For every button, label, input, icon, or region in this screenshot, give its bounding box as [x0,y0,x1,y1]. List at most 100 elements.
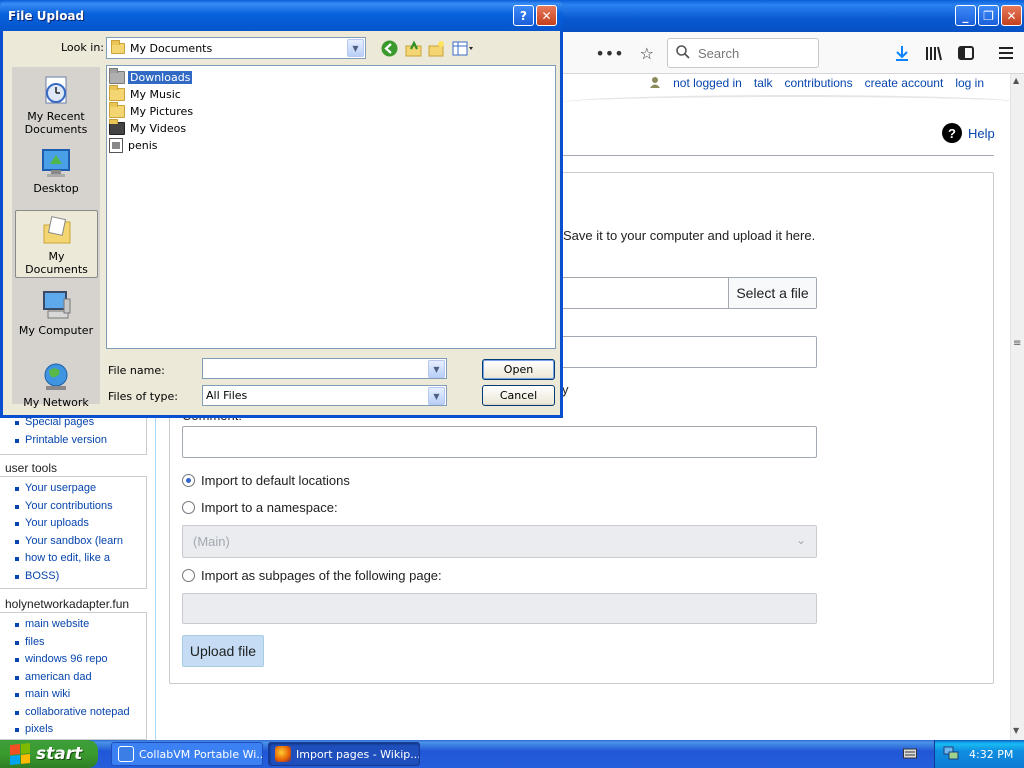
namespace-dropdown[interactable]: (Main) ⌄ [182,525,817,558]
file-item-my-videos[interactable]: My Videos [109,119,553,137]
taskbar-item-label: CollabVM Portable Wi... [139,747,263,761]
user-tools-portal: Your userpage Your contributions Your up… [0,476,147,589]
place-label: My Network [23,396,89,409]
library-icon[interactable] [923,42,945,64]
talk-link[interactable]: talk [754,76,773,90]
page-actions-icon[interactable]: ••• [595,44,623,63]
minimize-button[interactable]: _ [955,5,976,26]
scroll-up-icon[interactable]: ▲ [1013,76,1019,85]
subpage-field[interactable] [182,593,817,624]
sidebar-link-continuation[interactable]: BOSS) [0,568,146,586]
select-file-button[interactable]: Select a file [728,278,816,308]
place-my-recent-documents[interactable]: My Recent Documents [12,71,100,139]
portal-heading-site: holynetworkadapter.fun [5,597,130,611]
chevron-down-icon: ⌄ [795,533,806,547]
my-computer-icon [39,289,73,321]
file-list[interactable]: Downloads My Music My Pictures My Videos… [106,65,556,349]
start-button[interactable]: start [0,740,98,768]
dialog-help-button[interactable]: ? [513,5,534,26]
look-in-dropdown[interactable]: My Documents ▼ [106,37,366,59]
sidebar-link[interactable]: american dad [0,669,146,687]
look-in-label: Look in: [61,41,104,54]
create-account-link[interactable]: create account [865,76,944,90]
radio-label: Import to default locations [201,473,350,488]
login-link[interactable]: log in [955,76,984,90]
sidebar-link[interactable]: pixels [0,721,146,739]
close-button[interactable]: ✕ [1001,5,1022,26]
file-item-image[interactable]: penis [109,137,553,154]
radio-button[interactable] [182,474,195,487]
vertical-scrollbar[interactable]: ▲ ≡ ▼ [1010,74,1024,740]
file-name-label: File name: [108,364,165,377]
cancel-button[interactable]: Cancel [482,385,555,406]
sidebar-link-continuation[interactable]: how to edit, like a [0,550,146,568]
place-my-documents[interactable]: My Documents [15,210,98,278]
sidebar-link[interactable]: files [0,634,146,652]
sidebar-link[interactable]: Your sandbox (learn [0,533,146,551]
windows-logo-icon [10,742,30,766]
bookmark-star-icon[interactable]: ☆ [640,44,654,63]
scroll-grip-icon[interactable]: ≡ [1013,338,1021,349]
files-of-type-dropdown[interactable]: All Files ▼ [202,385,447,406]
sidebar-link[interactable]: Printable version [0,432,146,450]
dialog-title: File Upload [8,9,85,23]
sidebar-link[interactable]: main wiki [0,686,146,704]
open-button[interactable]: Open [482,359,555,380]
desktop-icon [39,147,73,179]
downloads-icon[interactable] [891,42,913,64]
not-logged-in-link[interactable]: not logged in [673,76,742,90]
radio-subpages[interactable]: Import as subpages of the following page… [182,568,442,583]
place-desktop[interactable]: Desktop [12,143,100,211]
search-input[interactable]: Search [667,38,819,68]
sidebar-link[interactable]: Your userpage [0,480,146,498]
radio-button[interactable] [182,569,195,582]
sidebar-link[interactable]: Your uploads [0,515,146,533]
chevron-down-icon[interactable]: ▼ [428,360,445,378]
sidebar-link[interactable]: windows 96 repo [0,651,146,669]
place-my-network[interactable]: My Network [12,357,100,425]
taskbar-item-import-pages[interactable]: Import pages - Wikip... [268,742,420,766]
menu-icon[interactable] [995,42,1017,64]
chevron-down-icon[interactable]: ▼ [347,39,364,57]
folder-icon [109,85,125,101]
folder-icon [109,102,125,118]
dialog-titlebar[interactable]: File Upload ? ✕ [0,0,563,31]
intro-text: Save it to your computer and upload it h… [563,228,816,243]
radio-button[interactable] [182,501,195,514]
help-link[interactable]: ? Help [942,123,995,143]
sidebar-link[interactable]: Your contributions [0,498,146,516]
browser-window-icon [118,746,134,762]
sidebar-link[interactable]: collaborative notepad [0,704,146,722]
file-item-my-music[interactable]: My Music [109,85,553,103]
clock[interactable]: 4:32 PM [969,748,1013,761]
interwiki-prefix-field[interactable] [560,336,817,368]
file-item-downloads[interactable]: Downloads [109,68,553,86]
file-item-my-pictures[interactable]: My Pictures [109,102,553,120]
sidebar-toggle-icon[interactable] [955,42,977,64]
upload-file-button[interactable]: Upload file [182,635,264,667]
sidebar-link[interactable]: main website [0,616,146,634]
place-label: My Computer [18,324,94,337]
scroll-down-icon[interactable]: ▼ [1013,726,1019,735]
my-network-icon [39,361,73,393]
recent-documents-icon [39,75,73,107]
network-icon[interactable] [943,745,959,764]
views-menu-icon[interactable] [451,39,475,57]
urlbar-tail[interactable]: ••• ☆ [560,40,660,66]
maximize-button[interactable]: ❐ [978,5,999,26]
dialog-close-button[interactable]: ✕ [536,5,557,26]
radio-default-locations[interactable]: Import to default locations [182,473,350,488]
contributions-link[interactable]: contributions [785,76,853,90]
back-icon[interactable] [380,39,398,57]
file-name-input[interactable]: ▼ [202,358,447,379]
search-placeholder: Search [698,45,740,61]
chevron-down-icon[interactable]: ▼ [428,387,445,405]
keyboard-icon[interactable] [903,747,917,759]
taskbar-item-collabvm[interactable]: CollabVM Portable Wi... [111,742,263,766]
up-folder-icon[interactable] [404,39,422,57]
radio-namespace[interactable]: Import to a namespace: [182,500,338,515]
place-my-computer[interactable]: My Computer [12,285,100,353]
help-label: Help [968,125,995,141]
new-folder-icon[interactable] [427,39,445,57]
comment-field[interactable] [182,426,817,458]
